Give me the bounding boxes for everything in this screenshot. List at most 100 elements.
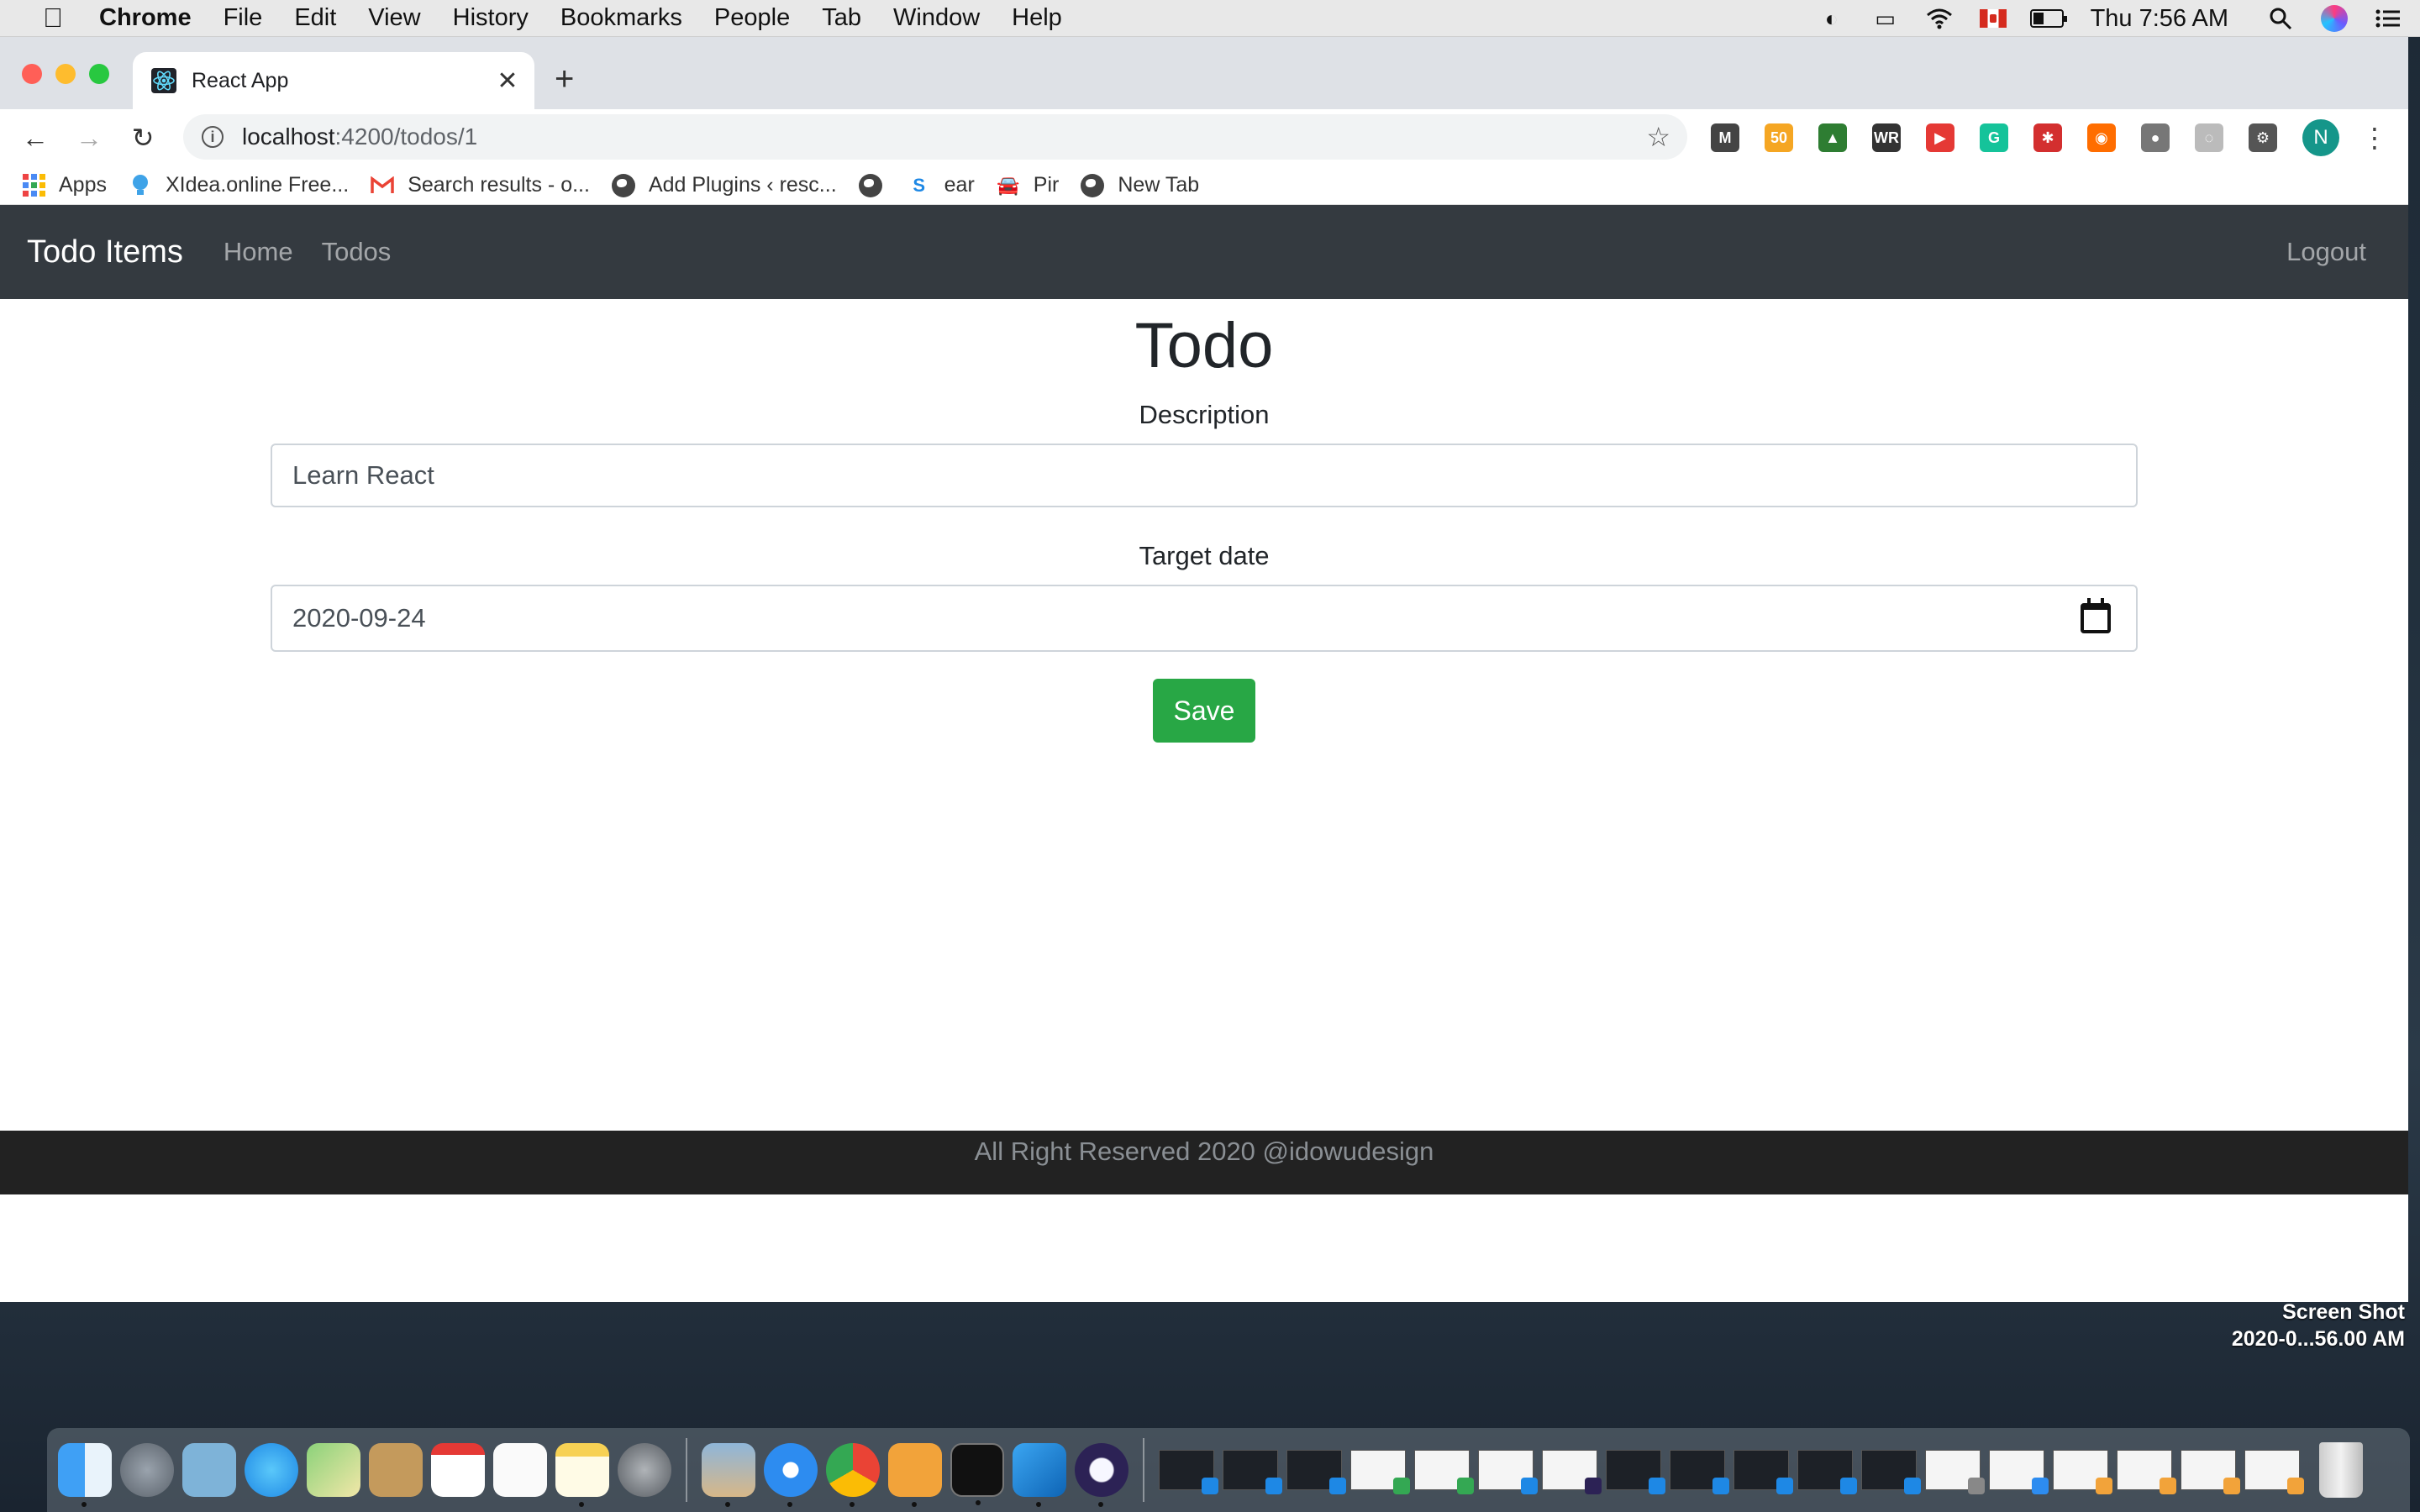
extension-icon[interactable]: WR bbox=[1872, 123, 1901, 152]
menu-history[interactable]: History bbox=[453, 4, 529, 32]
reminders-icon[interactable] bbox=[493, 1443, 547, 1497]
minimized-window-thumb[interactable] bbox=[1286, 1450, 1346, 1494]
mail-stamp-icon[interactable] bbox=[182, 1443, 236, 1497]
extension-icon[interactable]: ▶ bbox=[1926, 123, 1954, 152]
menu-help[interactable]: Help bbox=[1012, 4, 1062, 32]
contacts-icon[interactable] bbox=[369, 1443, 423, 1497]
back-arrow-icon[interactable]: ← bbox=[17, 123, 54, 154]
bookmark-xidea[interactable]: XIdea.online Free... bbox=[129, 173, 349, 197]
siri-icon[interactable] bbox=[2317, 5, 2351, 32]
menu-app-chrome[interactable]: Chrome bbox=[99, 4, 192, 32]
extension-icon[interactable]: ◌ bbox=[2195, 123, 2223, 152]
menu-file[interactable]: File bbox=[224, 4, 263, 32]
calendar-icon[interactable] bbox=[2081, 598, 2111, 633]
creative-cloud-icon[interactable]: ◐ bbox=[1815, 6, 1849, 31]
extension-icon[interactable]: ● bbox=[2141, 123, 2170, 152]
menu-window[interactable]: Window bbox=[893, 4, 980, 32]
minimized-window-thumb[interactable] bbox=[1606, 1450, 1665, 1494]
chrome-menu-icon[interactable]: ⋮ bbox=[2361, 122, 2388, 154]
profile-avatar[interactable]: N bbox=[2302, 119, 2339, 156]
nav-link-home[interactable]: Home bbox=[224, 237, 293, 267]
new-tab-button[interactable]: + bbox=[555, 62, 574, 96]
menu-bookmarks[interactable]: Bookmarks bbox=[560, 4, 682, 32]
eclipse-icon[interactable] bbox=[1075, 1443, 1128, 1507]
notification-center-icon[interactable] bbox=[2371, 6, 2405, 31]
minimized-window-thumb[interactable] bbox=[1478, 1450, 1538, 1494]
tab-close-icon[interactable]: ✕ bbox=[491, 66, 524, 96]
minimized-window-thumb[interactable] bbox=[2053, 1450, 2112, 1494]
chrome-icon[interactable] bbox=[826, 1443, 880, 1507]
bookmark-pir[interactable]: 🚘 Pir bbox=[997, 173, 1059, 197]
save-button[interactable]: Save bbox=[1153, 679, 1255, 743]
finder-icon[interactable] bbox=[58, 1443, 112, 1507]
minimized-window-thumb[interactable] bbox=[1159, 1450, 1218, 1494]
minimized-window-thumb[interactable] bbox=[1414, 1450, 1474, 1494]
address-bar[interactable]: i localhost:4200/todos/1 ☆ bbox=[183, 114, 1687, 160]
menu-bar-clock[interactable]: Thu 7:56 AM bbox=[2091, 5, 2228, 33]
minimized-window-thumb[interactable] bbox=[2181, 1450, 2240, 1494]
bookmark-apps[interactable]: Apps bbox=[22, 173, 107, 197]
messages-icon[interactable] bbox=[245, 1443, 298, 1497]
trash-icon[interactable] bbox=[2319, 1442, 2363, 1498]
apple-menu-icon[interactable]:  bbox=[32, 3, 74, 34]
notes-icon[interactable] bbox=[555, 1443, 609, 1507]
bookmark-globe[interactable] bbox=[858, 173, 896, 197]
preview-icon[interactable] bbox=[702, 1443, 755, 1507]
minimized-window-thumb[interactable] bbox=[1797, 1450, 1857, 1494]
nav-link-todos[interactable]: Todos bbox=[322, 237, 392, 267]
description-input[interactable]: Learn React bbox=[271, 444, 2138, 507]
extension-icon[interactable]: ◉ bbox=[2087, 123, 2116, 152]
navbar-brand[interactable]: Todo Items bbox=[27, 234, 183, 270]
bookmark-add-plugins[interactable]: Add Plugins ‹ resc... bbox=[611, 173, 837, 197]
url-path: :4200/todos/1 bbox=[334, 123, 478, 150]
site-info-icon[interactable]: i bbox=[202, 126, 224, 148]
spotlight-search-icon[interactable] bbox=[2264, 6, 2297, 31]
menu-view[interactable]: View bbox=[368, 4, 420, 32]
extension-icon[interactable]: G bbox=[1980, 123, 2008, 152]
minimized-window-thumb[interactable] bbox=[2244, 1450, 2304, 1494]
menu-tab[interactable]: Tab bbox=[822, 4, 861, 32]
vscode-icon[interactable] bbox=[1013, 1443, 1066, 1507]
tab-react-app[interactable]: React App ✕ bbox=[133, 52, 534, 109]
bookmark-ear[interactable]: S ear bbox=[908, 173, 974, 197]
menu-people[interactable]: People bbox=[714, 4, 790, 32]
airplay-icon[interactable]: ▭ bbox=[1869, 6, 1902, 31]
minimized-window-thumb[interactable] bbox=[1223, 1450, 1282, 1494]
extension-icon[interactable]: M bbox=[1711, 123, 1739, 152]
minimized-window-thumb[interactable] bbox=[1542, 1450, 1602, 1494]
desktop-screenshot-file[interactable]: Screen Shot 2020-0...56.00 AM bbox=[2232, 1299, 2405, 1352]
canada-flag-input-icon[interactable] bbox=[1976, 6, 2010, 31]
extension-icon[interactable]: ✱ bbox=[2033, 123, 2062, 152]
forward-arrow-icon[interactable]: → bbox=[71, 123, 108, 154]
extension-icon[interactable]: ▲ bbox=[1818, 123, 1847, 152]
minimized-window-thumb[interactable] bbox=[1670, 1450, 1729, 1494]
extension-icon[interactable]: 50 bbox=[1765, 123, 1793, 152]
system-preferences-icon[interactable] bbox=[618, 1443, 671, 1497]
minimized-window-thumb[interactable] bbox=[2117, 1450, 2176, 1494]
bookmark-new-tab[interactable]: New Tab bbox=[1081, 173, 1199, 197]
window-close-button[interactable] bbox=[22, 64, 42, 84]
minimized-window-thumb[interactable] bbox=[1733, 1450, 1793, 1494]
minimized-window-thumb[interactable] bbox=[1989, 1450, 2049, 1494]
sublime-icon[interactable] bbox=[888, 1443, 942, 1507]
menu-edit[interactable]: Edit bbox=[294, 4, 336, 32]
address-bar-url[interactable]: localhost:4200/todos/1 bbox=[242, 123, 477, 150]
extension-icon[interactable]: ⚙ bbox=[2249, 123, 2277, 152]
bookmark-star-icon[interactable]: ☆ bbox=[1646, 121, 1670, 153]
terminal-icon[interactable] bbox=[950, 1443, 1004, 1505]
battery-icon[interactable] bbox=[2029, 6, 2067, 31]
minimized-window-thumb[interactable] bbox=[1925, 1450, 1985, 1494]
bookmark-gmail-search[interactable]: Search results - o... bbox=[371, 173, 590, 197]
window-minimize-button[interactable] bbox=[55, 64, 76, 84]
maps-icon[interactable] bbox=[307, 1443, 360, 1497]
minimized-window-thumb[interactable] bbox=[1350, 1450, 1410, 1494]
wifi-icon[interactable] bbox=[1923, 6, 1956, 31]
minimized-window-thumb[interactable] bbox=[1861, 1450, 1921, 1494]
target-date-input[interactable]: 2020-09-24 bbox=[271, 585, 2138, 652]
nav-link-logout[interactable]: Logout bbox=[2286, 237, 2366, 267]
reload-icon[interactable]: ↻ bbox=[124, 122, 161, 154]
launchpad-icon[interactable] bbox=[120, 1443, 174, 1497]
window-zoom-button[interactable] bbox=[89, 64, 109, 84]
safari-icon[interactable] bbox=[764, 1443, 818, 1507]
calendar-app-icon[interactable] bbox=[431, 1443, 485, 1497]
